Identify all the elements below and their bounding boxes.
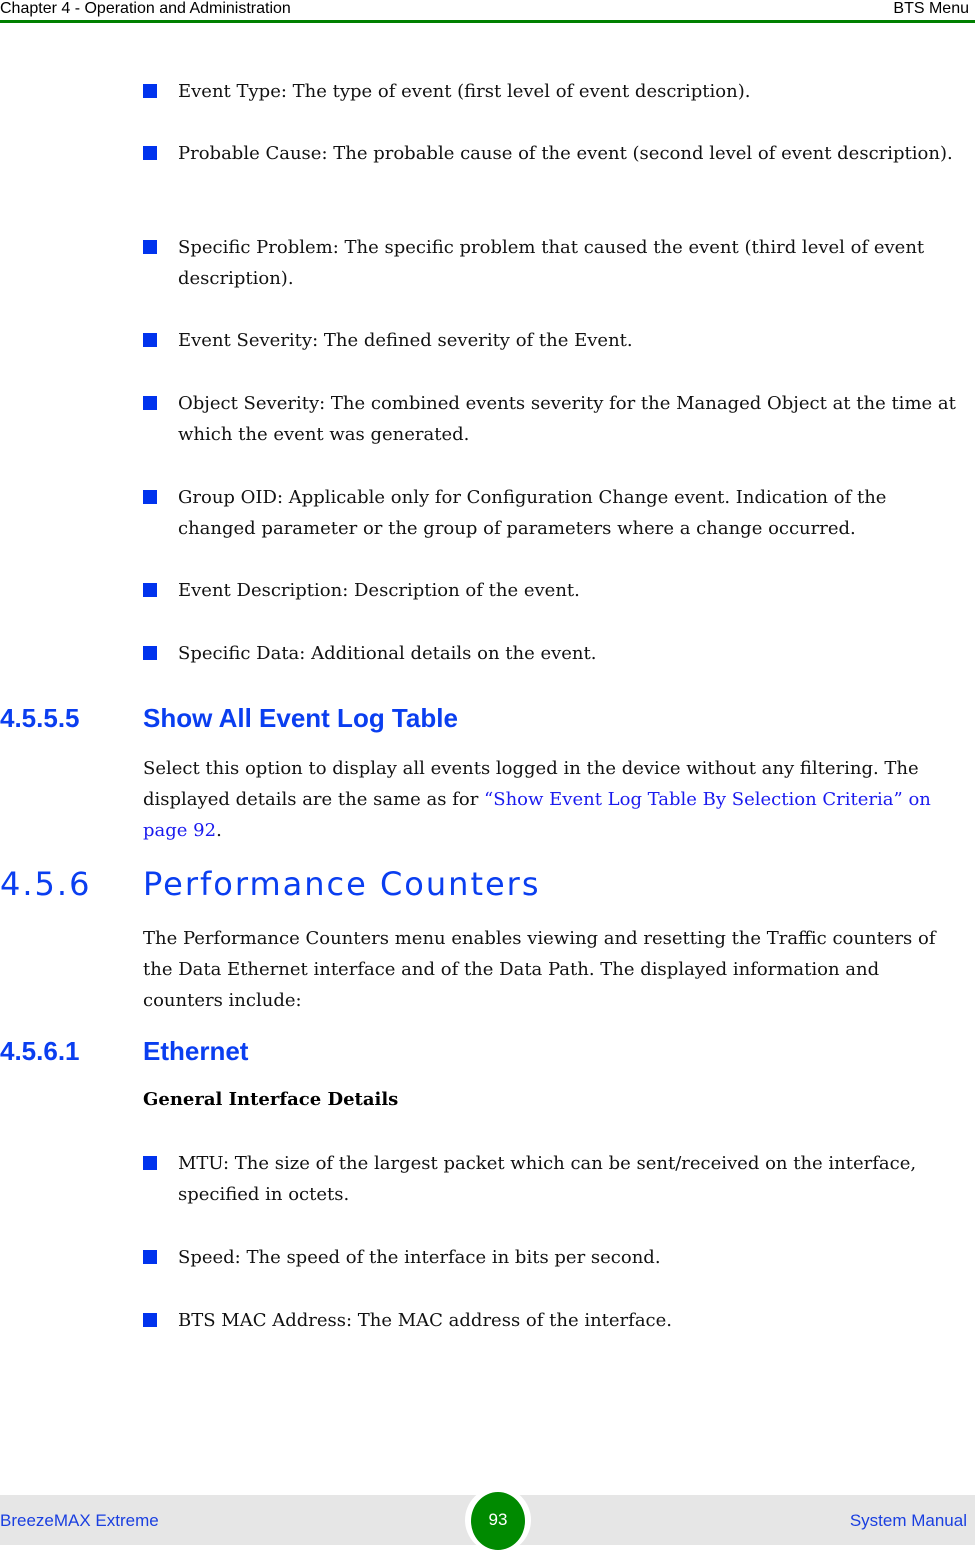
list-item: Specific Problem: The specific problem t… [143, 232, 963, 294]
list-item: Probable Cause: The probable cause of th… [143, 138, 963, 169]
bullet-square-icon [143, 396, 157, 410]
bullet-square-icon [143, 583, 157, 597]
page-number-badge: 93 [471, 1492, 525, 1550]
bullet-square-icon [143, 490, 157, 504]
page-footer: BreezeMAX Extreme 93 System Manual [0, 1487, 975, 1553]
section-title: Show All Event Log Table [143, 703, 458, 733]
subheading: General Interface Details [143, 1089, 399, 1110]
list-item: Object Severity: The combined events sev… [143, 388, 963, 450]
bullet-square-icon [143, 333, 157, 347]
bullet-square-icon [143, 240, 157, 254]
paragraph: The Performance Counters menu enables vi… [143, 928, 936, 1011]
list-item: Specific Data: Additional details on the… [143, 638, 963, 669]
document-type: System Manual [849, 1511, 967, 1530]
list-item: BTS MAC Address: The MAC address of the … [143, 1305, 963, 1336]
section-number: 4.5.5.5 [0, 703, 80, 733]
section-title: Performance Counters [143, 865, 541, 903]
bullet-square-icon [143, 1250, 157, 1264]
list-item: Event Severity: The defined severity of … [143, 325, 963, 356]
list-item: Group OID: Applicable only for Configura… [143, 482, 963, 544]
bullet-square-icon [143, 1156, 157, 1170]
product-name: BreezeMAX Extreme [0, 1511, 159, 1530]
section-number: 4.5.6 [0, 865, 92, 903]
page-header: Chapter 4 - Operation and Administration… [0, 0, 975, 22]
paragraph: Select this option to display all events… [143, 758, 931, 841]
bullet-square-icon [143, 146, 157, 160]
bullet-square-icon [143, 646, 157, 660]
list-item: Speed: The speed of the interface in bit… [143, 1242, 963, 1273]
header-rule [0, 20, 975, 23]
bullet-square-icon [143, 84, 157, 98]
section-title: BTS Menu [893, 0, 969, 17]
section-title: Ethernet [143, 1036, 249, 1066]
list-item: Event Description: Description of the ev… [143, 575, 963, 606]
list-item: MTU: The size of the largest packet whic… [143, 1148, 963, 1210]
bullet-square-icon [143, 1313, 157, 1327]
list-item: Event Type: The type of event (first lev… [143, 76, 963, 107]
chapter-title: Chapter 4 - Operation and Administration [0, 0, 291, 17]
section-number: 4.5.6.1 [0, 1036, 80, 1066]
